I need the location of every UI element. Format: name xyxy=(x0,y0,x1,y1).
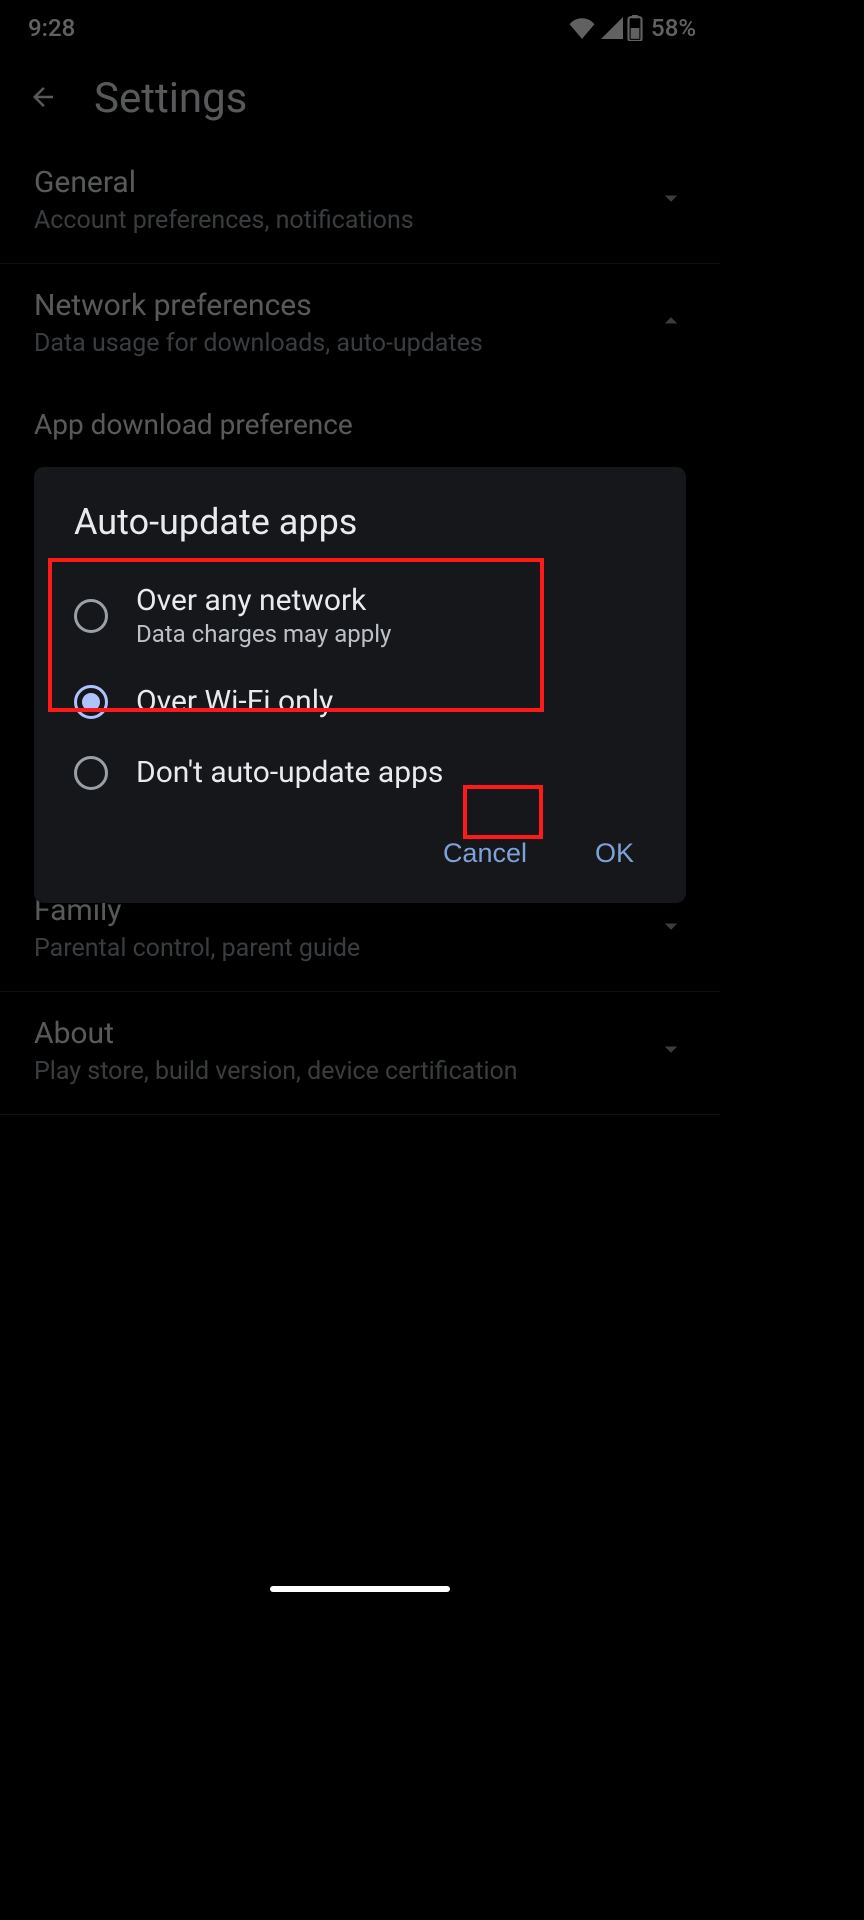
option-subtitle: Data charges may apply xyxy=(136,620,391,648)
option-over-any-network[interactable]: Over any network Data charges may apply xyxy=(34,565,686,666)
ok-button[interactable]: OK xyxy=(583,832,646,875)
option-over-wifi-only[interactable]: Over Wi-Fi only xyxy=(34,666,686,737)
option-dont-auto-update[interactable]: Don't auto-update apps xyxy=(34,737,686,808)
option-label: Over any network xyxy=(136,583,391,618)
auto-update-dialog: Auto-update apps Over any network Data c… xyxy=(34,467,686,903)
gesture-nav-handle[interactable] xyxy=(270,1586,450,1592)
option-label: Over Wi-Fi only xyxy=(136,684,333,719)
dialog-title: Auto-update apps xyxy=(34,501,686,565)
cancel-button[interactable]: Cancel xyxy=(431,832,539,875)
radio-icon xyxy=(74,599,108,633)
dialog-actions: Cancel OK xyxy=(34,808,686,881)
radio-icon xyxy=(74,685,108,719)
option-label: Don't auto-update apps xyxy=(136,755,443,790)
radio-icon xyxy=(74,756,108,790)
